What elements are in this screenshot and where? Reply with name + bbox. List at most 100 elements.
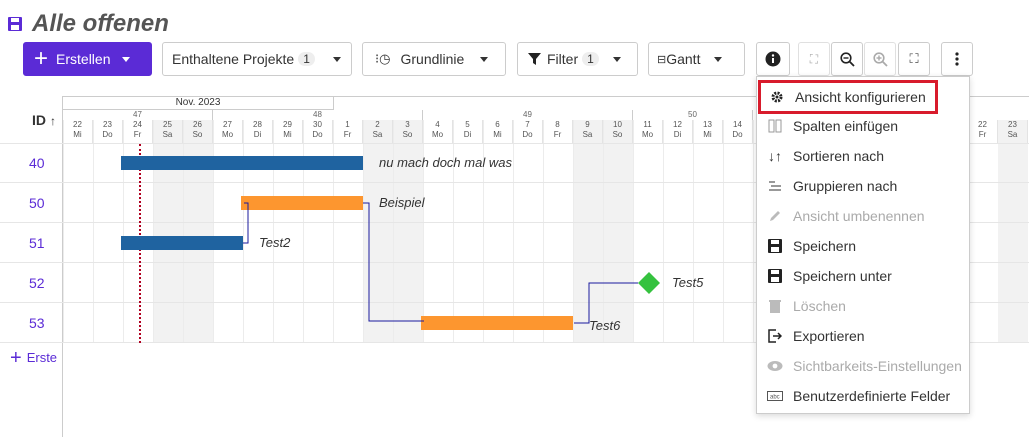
day-header: 11 Mo — [633, 120, 663, 144]
eye-icon — [767, 358, 783, 374]
menu-item-label: Sortieren nach — [793, 148, 885, 164]
menu-item-sort[interactable]: ↓↑ Sortieren nach — [757, 141, 969, 171]
task-label: Test6 — [589, 318, 621, 333]
expand-icon: ⛶ — [909, 51, 919, 66]
task-label: Beispiel — [379, 195, 425, 210]
grid-line — [153, 120, 154, 343]
day-header: 6 Mi — [483, 120, 513, 144]
grid-line — [303, 120, 304, 343]
view-mode-button[interactable]: ⊟ Gantt — [648, 42, 745, 76]
more-options-menu: Ansicht konfigurieren Spalten einfügen ↓↑ S… — [756, 76, 970, 414]
day-header: 22 Fr — [968, 120, 998, 144]
grid-line — [243, 120, 244, 343]
grid-line — [123, 120, 124, 343]
zoom-out-icon — [839, 51, 855, 67]
view-mode-label: Gantt — [666, 51, 701, 67]
weekend-column — [998, 120, 1028, 343]
weekend-column — [153, 120, 183, 343]
plus-icon: + — [10, 346, 22, 369]
fit-icon: ⛶ — [809, 51, 819, 66]
task-label: Test5 — [672, 275, 704, 290]
included-projects-label: Enthaltene Projekte — [172, 51, 295, 67]
zoom-in-icon — [872, 51, 888, 67]
day-header: 3 So — [393, 120, 423, 144]
day-header: 10 So — [603, 120, 633, 144]
day-header: 25 Sa — [153, 120, 183, 144]
menu-item-label: Sichtbarkeits-Einstellungen — [793, 358, 962, 374]
baseline-button[interactable]: ⁝◷ Grundlinie — [362, 42, 506, 76]
menu-item-export[interactable]: Exportieren — [757, 321, 969, 351]
save-icon — [8, 17, 22, 31]
day-header: 2 Sa — [363, 120, 393, 144]
day-header: 30 Do — [303, 120, 333, 144]
menu-item-label: Spalten einfügen — [793, 118, 899, 134]
menu-item-label: Speichern — [793, 238, 857, 254]
menu-item-label: Ansicht konfigurieren — [795, 89, 926, 105]
filter-icon — [528, 52, 541, 65]
grid-line — [723, 120, 724, 343]
fullscreen-button[interactable]: ⛶ — [898, 42, 930, 76]
week-header: 48 — [213, 110, 423, 120]
menu-item-gear[interactable]: Ansicht konfigurieren — [758, 80, 938, 114]
weekend-column — [183, 120, 213, 343]
row-id-52[interactable]: 52 — [29, 275, 59, 291]
group-icon — [767, 178, 783, 194]
day-header: 23 Do — [93, 120, 123, 144]
day-header: 5 Di — [453, 120, 483, 144]
grid-line — [543, 120, 544, 343]
weekend-column — [363, 120, 393, 343]
row-id-40[interactable]: 40 — [29, 155, 59, 171]
included-projects-button[interactable]: Enthaltene Projekte 1 — [162, 42, 352, 76]
create-button[interactable]: + Erstellen — [23, 42, 152, 76]
grid-line — [513, 120, 514, 343]
custom-fields-icon: abc — [767, 388, 783, 404]
menu-item-save-as[interactable]: Speichern unter — [757, 261, 969, 291]
menu-item-label: Löschen — [793, 298, 846, 314]
more-vertical-icon — [955, 52, 959, 66]
menu-item-group[interactable]: Gruppieren nach — [757, 171, 969, 201]
gantt-icon: ⊟ — [657, 53, 667, 66]
export-icon — [767, 328, 783, 344]
menu-item-save[interactable]: Speichern — [757, 231, 969, 261]
grid-line — [753, 120, 754, 343]
baseline-icon: ⁝◷ — [375, 51, 391, 66]
menu-item-columns[interactable]: Spalten einfügen — [757, 111, 969, 141]
zoom-out-button[interactable] — [831, 42, 863, 76]
info-button[interactable] — [756, 42, 790, 76]
menu-item-label: Gruppieren nach — [793, 178, 898, 194]
menu-item-label: Exportieren — [793, 328, 865, 344]
month-header: Nov. 2023 — [63, 97, 334, 110]
row-id-51[interactable]: 51 — [29, 235, 59, 251]
week-header: 47 — [63, 110, 213, 120]
grid-line — [273, 120, 274, 343]
row-id-50[interactable]: 50 — [29, 195, 59, 211]
day-header: 7 Do — [513, 120, 543, 144]
day-header: 26 So — [183, 120, 213, 144]
grid-line — [363, 120, 364, 343]
row-id-53[interactable]: 53 — [29, 315, 59, 331]
menu-item-custom-fields[interactable]: abc Benutzerdefinierte Felder — [757, 381, 969, 411]
day-header: 12 Di — [663, 120, 693, 144]
more-options-button[interactable] — [941, 42, 973, 76]
grid-line — [693, 120, 694, 343]
id-column-header[interactable]: ID ↑ — [32, 112, 56, 128]
create-row-link[interactable]: + Erste — [10, 346, 57, 369]
task-bar-50[interactable] — [241, 196, 363, 210]
zoom-in-button[interactable] — [864, 42, 896, 76]
grid-line — [483, 120, 484, 343]
filter-button[interactable]: Filter 1 — [517, 42, 638, 76]
milestone-52[interactable] — [638, 272, 660, 294]
day-header: 8 Fr — [543, 120, 573, 144]
day-header: 22 Mi — [63, 120, 93, 144]
week-header: 49 — [423, 110, 633, 120]
task-bar-53[interactable] — [421, 316, 573, 330]
grid-line — [393, 120, 394, 343]
day-header: 13 Mi — [693, 120, 723, 144]
filter-count: 1 — [582, 52, 599, 66]
save-icon — [767, 238, 783, 254]
weekend-column — [603, 120, 633, 343]
fit-button[interactable]: ⛶ — [798, 42, 830, 76]
sort-icon: ↓↑ — [768, 148, 782, 164]
day-header: 28 Di — [243, 120, 273, 144]
menu-item-pencil: Ansicht umbenennen — [757, 201, 969, 231]
